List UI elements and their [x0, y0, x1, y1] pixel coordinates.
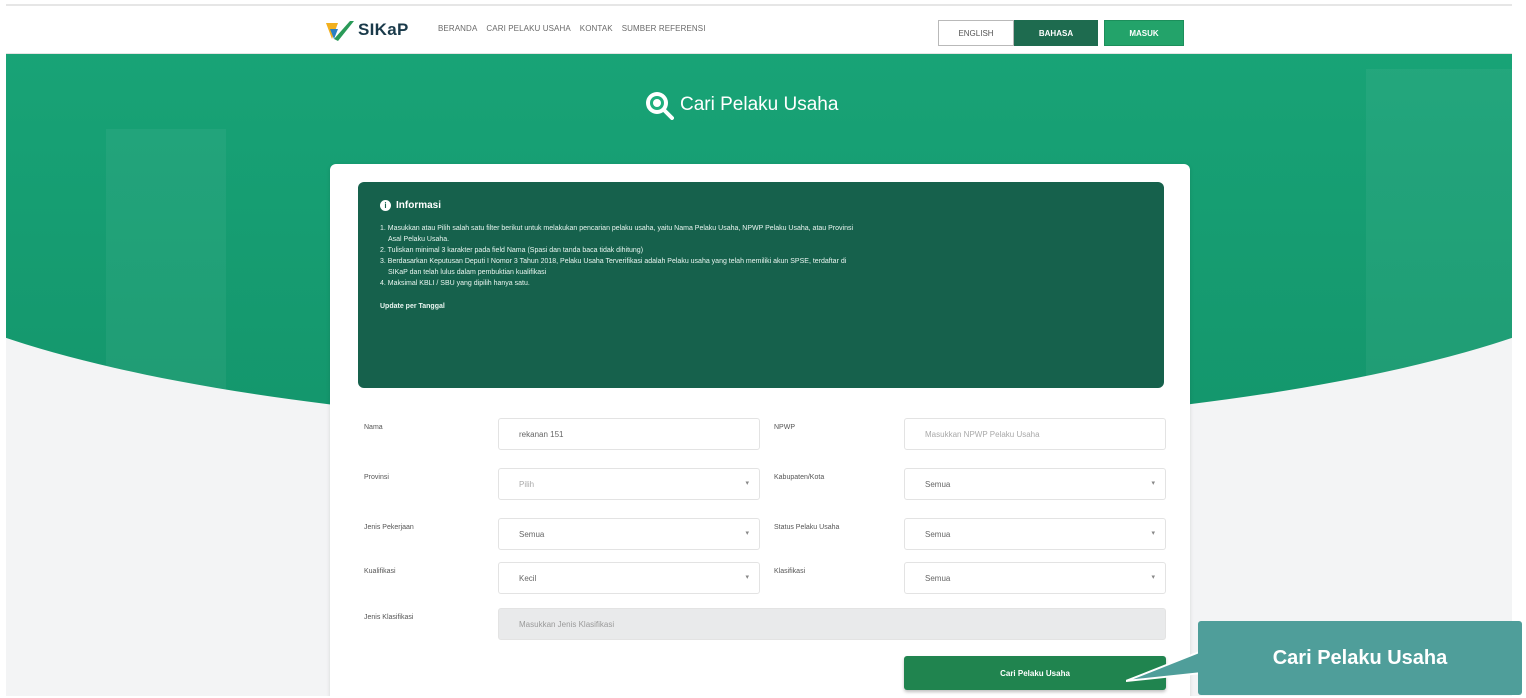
- chevron-down-icon: ▾: [745, 530, 749, 537]
- kabupaten-label: Kabupaten/Kota: [774, 474, 825, 481]
- provinsi-select[interactable]: Pilih ▾: [498, 468, 760, 500]
- sikap-logo[interactable]: SIKaP: [324, 19, 409, 41]
- status-label: Status Pelaku Usaha: [774, 524, 840, 531]
- sikap-logo-icon: [326, 21, 354, 41]
- page-title: Cari Pelaku Usaha: [680, 94, 839, 115]
- masuk-button[interactable]: MASUK: [1104, 20, 1184, 46]
- chevron-down-icon: ▾: [745, 480, 749, 487]
- info-heading-text: Informasi: [396, 200, 442, 211]
- info-line: 2. Tuliskan minimal 3 karakter pada fiel…: [380, 247, 644, 254]
- info-line: Asal Pelaku Usaha.: [388, 236, 450, 243]
- jenis-klasifikasi-input[interactable]: Masukkan Jenis Klasifikasi: [498, 608, 1166, 640]
- klasifikasi-value: Semua: [925, 573, 951, 583]
- provinsi-label: Provinsi: [364, 474, 389, 481]
- provinsi-value: Pilih: [519, 479, 535, 489]
- callout-text: Cari Pelaku Usaha: [1272, 646, 1448, 669]
- callout-pointer: [1126, 649, 1203, 682]
- npwp-input[interactable]: Masukkan NPWP Pelaku Usaha: [904, 418, 1166, 450]
- hero-title: Cari Pelaku Usaha: [644, 90, 838, 120]
- status-value: Semua: [925, 529, 951, 539]
- kabupaten-value: Semua: [925, 479, 951, 489]
- chevron-down-icon: ▾: [1151, 530, 1155, 537]
- chevron-down-icon: ▾: [1151, 480, 1155, 487]
- hero-building-decor: [106, 129, 226, 429]
- callout-box: Cari Pelaku Usaha: [1198, 621, 1522, 695]
- nav-link-beranda[interactable]: BERANDA: [438, 24, 477, 33]
- top-navbar: SIKaP BERANDA CARI PELAKU USAHA KONTAK S…: [6, 6, 1512, 54]
- chevron-down-icon: ▾: [745, 574, 749, 581]
- klasifikasi-select[interactable]: Semua ▾: [904, 562, 1166, 594]
- info-line: 1. Masukkan atau Pilih salah satu filter…: [380, 225, 854, 232]
- search-card: i Informasi 1. Masukkan atau Pilih salah…: [330, 164, 1190, 696]
- info-panel: i Informasi 1. Masukkan atau Pilih salah…: [358, 182, 1164, 388]
- update-date-label: Update per Tanggal: [380, 303, 445, 310]
- kualifikasi-select[interactable]: Kecil ▾: [498, 562, 760, 594]
- info-line: 3. Berdasarkan Keputusan Deputi I Nomor …: [380, 258, 847, 265]
- hero-building-decor: [1366, 69, 1512, 429]
- jenis-pekerjaan-value: Semua: [519, 529, 545, 539]
- browser-frame: SIKaP BERANDA CARI PELAKU USAHA KONTAK S…: [6, 4, 1512, 696]
- english-button[interactable]: ENGLISH: [938, 20, 1014, 46]
- bahasa-button[interactable]: BAHASA: [1014, 20, 1098, 46]
- logo-text: SIKaP: [358, 20, 409, 39]
- info-icon: i: [380, 200, 391, 211]
- klasifikasi-label: Klasifikasi: [774, 568, 806, 575]
- nama-input[interactable]: rekanan 151: [498, 418, 760, 450]
- nama-label: Nama: [364, 424, 383, 431]
- info-line: SIKaP dan telah lulus dalam pembuktian k…: [388, 269, 547, 276]
- chevron-down-icon: ▾: [1151, 574, 1155, 581]
- status-select[interactable]: Semua ▾: [904, 518, 1166, 550]
- info-heading: i Informasi: [380, 200, 1142, 211]
- npwp-label: NPWP: [774, 424, 795, 431]
- kualifikasi-value: Kecil: [519, 573, 537, 583]
- kualifikasi-label: Kualifikasi: [364, 568, 396, 575]
- kabupaten-select[interactable]: Semua ▾: [904, 468, 1166, 500]
- nav-link-kontak[interactable]: KONTAK: [580, 24, 613, 33]
- info-line: 4. Maksimal KBLI / SBU yang dipilih hany…: [380, 280, 530, 287]
- nav-link-sumber-referensi[interactable]: SUMBER REFERENSI: [622, 24, 706, 33]
- jenis-klasifikasi-label: Jenis Klasifikasi: [364, 614, 414, 621]
- jenis-pekerjaan-select[interactable]: Semua ▾: [498, 518, 760, 550]
- jenis-pekerjaan-label: Jenis Pekerjaan: [364, 524, 414, 531]
- nav-links: BERANDA CARI PELAKU USAHA KONTAK SUMBER …: [438, 24, 706, 33]
- search-icon: [646, 92, 674, 120]
- nav-link-cari-pelaku-usaha[interactable]: CARI PELAKU USAHA: [486, 24, 570, 33]
